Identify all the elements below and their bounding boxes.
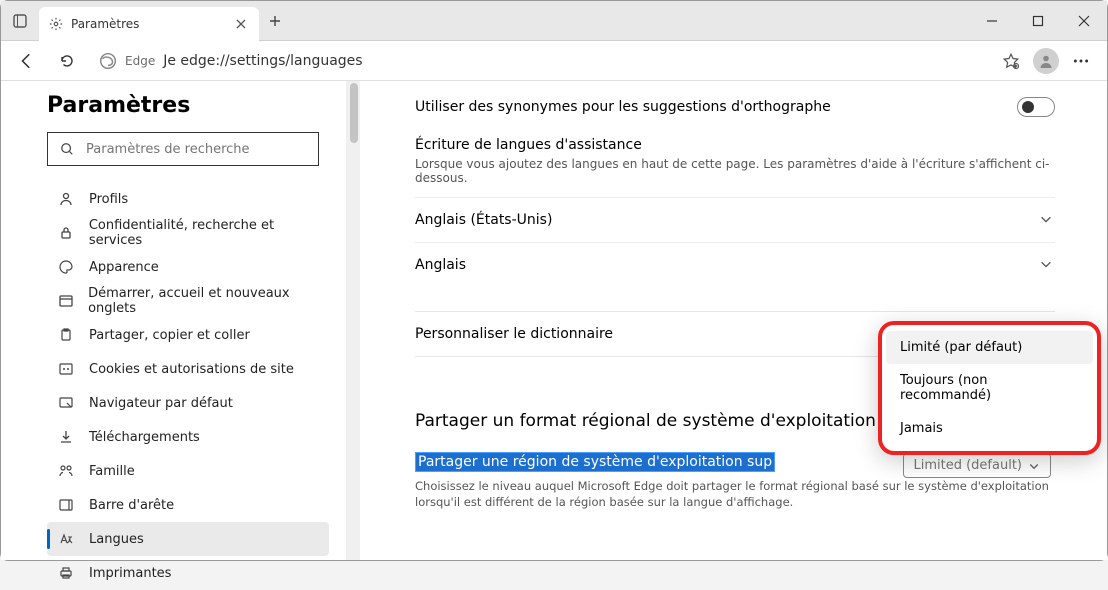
sidebar-scrollbar[interactable] (346, 81, 360, 560)
printer-icon (57, 564, 75, 582)
sidebar-item-label: Imprimantes (89, 566, 171, 581)
sidebar-item-label: Téléchargements (89, 430, 200, 445)
titlebar-left: Paramètres (1, 1, 291, 40)
profile-avatar[interactable] (1033, 48, 1059, 74)
sidebar-item-profiles[interactable]: Profils (47, 182, 329, 216)
synonym-toggle[interactable] (1017, 97, 1055, 117)
region-desc: Choisissez le niveau auquel Microsoft Ed… (415, 478, 1055, 510)
search-input[interactable] (86, 142, 306, 157)
language-label: Anglais (415, 257, 466, 273)
synonym-label: Utiliser des synonymes pour les suggesti… (415, 99, 831, 115)
cookie-icon (57, 360, 75, 378)
sidebar-item-default-browser[interactable]: Navigateur par défaut (47, 386, 329, 420)
tab-title: Paramètres (71, 17, 225, 31)
sidebar-item-cookies[interactable]: Cookies et autorisations de site (47, 352, 329, 386)
region-dropdown-menu: Limité (par défaut) Toujours (non recomm… (878, 321, 1101, 455)
gear-icon (49, 17, 63, 31)
sidebar-item-label: Démarrer, accueil et nouveaux onglets (88, 286, 329, 316)
sidebar-item-start[interactable]: Démarrer, accueil et nouveaux onglets (47, 284, 329, 318)
sidebar-item-label: Profils (89, 192, 128, 207)
dropdown-option-never[interactable]: Jamais (886, 412, 1093, 445)
chevron-down-icon (1039, 212, 1055, 228)
sidebar-item-label: Apparence (89, 260, 159, 275)
close-window-button[interactable] (1061, 1, 1107, 41)
chevron-down-icon (1039, 257, 1055, 273)
dropdown-option-always[interactable]: Toujours (non recommandé) (886, 364, 1093, 412)
assist-desc: Lorsque vous ajoutez des langues en haut… (415, 157, 1055, 185)
lock-icon (57, 224, 75, 242)
sidebar-item-privacy[interactable]: Confidentialité, recherche et services (47, 216, 329, 250)
scrollbar-thumb[interactable] (350, 83, 358, 143)
back-button[interactable] (11, 45, 43, 77)
language-label: Anglais (États-Unis) (415, 212, 552, 228)
chevron-down-icon (1028, 460, 1040, 472)
sidebar-item-family[interactable]: Famille (47, 454, 329, 488)
sidebar-item-label: Navigateur par défaut (89, 396, 233, 411)
titlebar: Paramètres (1, 1, 1107, 41)
refresh-button[interactable] (51, 45, 83, 77)
more-button[interactable] (1065, 45, 1097, 77)
toolbar-right (995, 45, 1097, 77)
minimize-button[interactable] (969, 1, 1015, 41)
language-row-en[interactable]: Anglais (415, 242, 1055, 287)
sidebar-item-label: Famille (89, 464, 135, 479)
address-bar[interactable]: Edge Je edge://settings/languages (91, 45, 987, 77)
language-icon (57, 530, 75, 548)
region-dropdown[interactable]: Limited (default) (903, 453, 1052, 478)
sidebar-wrap: Paramètres Profils Confidentialité, rech… (1, 81, 361, 560)
sidebar-item-appearance[interactable]: Apparence (47, 250, 329, 284)
dropdown-value: Limited (default) (914, 458, 1023, 473)
browser-tab[interactable]: Paramètres (39, 7, 259, 41)
sidebar: Paramètres Profils Confidentialité, rech… (1, 81, 346, 560)
assist-heading: Écriture de langues d'assistance (415, 137, 1055, 153)
clipboard-icon (57, 326, 75, 344)
sidebar-item-downloads[interactable]: Téléchargements (47, 420, 329, 454)
home-icon (57, 292, 74, 310)
sidebar-item-label: Partager, copier et coller (89, 328, 250, 343)
address-url: Je edge://settings/languages (163, 53, 362, 69)
toolbar: Edge Je edge://settings/languages (1, 41, 1107, 81)
search-icon (60, 142, 74, 156)
link-label: Personnaliser le dictionnaire (415, 326, 613, 342)
sidebar-item-languages[interactable]: Langues (47, 522, 329, 556)
browser-icon (57, 394, 75, 412)
sidebar-item-printers[interactable]: Imprimantes (47, 556, 329, 590)
sidebar-item-label: Barre d'arête (89, 498, 174, 513)
download-icon (57, 428, 75, 446)
sidebar-icon (57, 496, 75, 514)
appearance-icon (57, 258, 75, 276)
sidebar-item-label: Cookies et autorisations de site (89, 362, 294, 377)
sidebar-item-edgebar[interactable]: Barre d'arête (47, 488, 329, 522)
favorites-button[interactable] (995, 45, 1027, 77)
language-row-en-us[interactable]: Anglais (États-Unis) (415, 197, 1055, 242)
page-title: Paramètres (47, 93, 346, 118)
address-prefix: Edge (125, 54, 155, 68)
family-icon (57, 462, 75, 480)
close-icon[interactable] (233, 16, 249, 32)
edge-icon (99, 52, 117, 70)
synonym-setting-row: Utiliser des synonymes pour les suggesti… (415, 89, 1055, 125)
sidebar-item-label: Langues (89, 532, 144, 547)
maximize-button[interactable] (1015, 1, 1061, 41)
sidebar-item-label: Confidentialité, recherche et services (89, 218, 329, 248)
new-tab-button[interactable] (259, 5, 291, 37)
window-controls (969, 1, 1107, 41)
search-box[interactable] (47, 132, 319, 166)
dropdown-option-limited[interactable]: Limité (par défaut) (886, 331, 1093, 364)
tab-actions-button[interactable] (1, 1, 39, 41)
region-highlight: Partager une région de système d'exploit… (415, 452, 775, 472)
profile-icon (57, 190, 75, 208)
sidebar-item-share[interactable]: Partager, copier et coller (47, 318, 329, 352)
